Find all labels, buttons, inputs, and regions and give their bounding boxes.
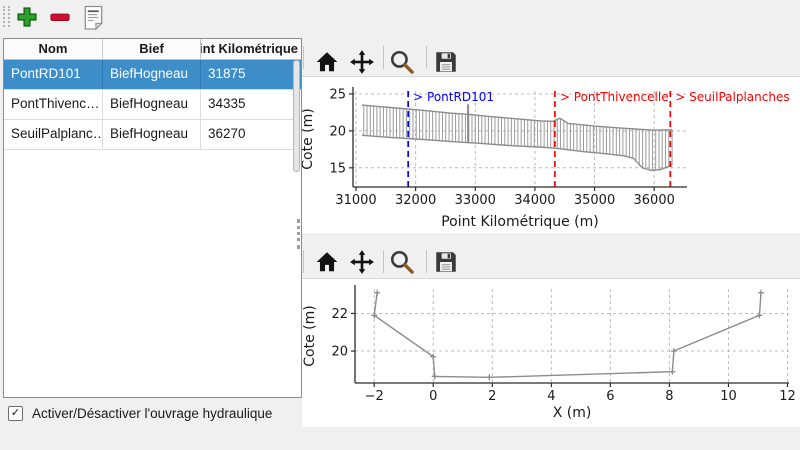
column-header-pk[interactable]: Point Kilométrique: [201, 39, 301, 59]
separator: [383, 46, 384, 69]
zoom-button[interactable]: [389, 48, 417, 76]
toolbar-drag-handle[interactable]: [3, 6, 10, 27]
table-row[interactable]: PontRD101 BiefHogneau 31875: [4, 60, 301, 90]
tick-label: 2: [488, 389, 496, 404]
cell-nom[interactable]: SeuilPalplanc…: [4, 120, 103, 149]
y-axis-label: Cote (m): [302, 108, 316, 169]
section-chart: −2 0 2 4 6 8 10 12 20 22 X (m) Cote (m): [302, 279, 800, 427]
ouvrages-table: Nom Bief Point Kilométrique PontRD101 Bi…: [3, 38, 302, 398]
annotation-label: > PontThivencelle: [560, 90, 669, 104]
tick-label: 20: [329, 124, 346, 139]
table-scrollbar[interactable]: [293, 60, 300, 172]
cell-bief[interactable]: BiefHogneau: [103, 120, 201, 149]
main-toolbar: [0, 0, 800, 32]
section-plot-toolbar: [302, 244, 800, 278]
home-icon: [314, 49, 340, 75]
home-button[interactable]: [314, 48, 342, 76]
separator: [383, 250, 384, 273]
edit-button[interactable]: [81, 4, 107, 30]
save-button[interactable]: [433, 48, 461, 76]
home-button[interactable]: [314, 248, 342, 276]
tick-label: 6: [606, 389, 614, 404]
x-axis-label: X (m): [553, 405, 592, 421]
cell-pk[interactable]: 31875: [201, 60, 301, 89]
add-icon: [15, 5, 39, 29]
cell-bief[interactable]: BiefHogneau: [103, 90, 201, 119]
tick-label: 4: [547, 389, 555, 404]
save-button[interactable]: [433, 248, 461, 276]
series-line: [374, 293, 761, 378]
x-axis-label: Point Kilométrique (m): [441, 214, 599, 230]
tick-label: 34000: [514, 193, 555, 208]
tick-label: 33000: [455, 193, 496, 208]
activate-checkbox[interactable]: ✓: [8, 406, 23, 421]
section-plot-canvas[interactable]: −2 0 2 4 6 8 10 12 20 22 X (m) Cote (m): [302, 278, 800, 427]
separator: [426, 250, 427, 273]
profile-chart: > PontRD101 > PontThivencelle > SeuilPalpl…: [302, 77, 800, 233]
home-icon: [314, 249, 340, 275]
tick-label: 35000: [574, 193, 615, 208]
tick-label: 31000: [335, 193, 376, 208]
pan-icon: [349, 49, 375, 75]
annotation-label: > PontRD101: [413, 90, 494, 104]
table-row[interactable]: SeuilPalplanc… BiefHogneau 36270: [4, 120, 301, 150]
pan-button[interactable]: [349, 48, 377, 76]
cell-pk[interactable]: 34335: [201, 90, 301, 119]
separator: [303, 46, 304, 69]
tick-label: 32000: [395, 193, 436, 208]
tick-label: 22: [331, 307, 348, 322]
save-icon: [433, 49, 459, 75]
remove-icon: [48, 5, 72, 29]
tick-label: −2: [365, 389, 384, 404]
tick-label: 8: [665, 389, 673, 404]
tick-label: 25: [329, 87, 346, 102]
profile-plot-toolbar: [302, 40, 800, 76]
tick-label: 0: [429, 389, 437, 404]
zoom-button[interactable]: [389, 248, 417, 276]
cell-pk[interactable]: 36270: [201, 120, 301, 149]
profile-plot-canvas[interactable]: > PontRD101 > PontThivencelle > SeuilPalpl…: [302, 76, 800, 233]
separator: [303, 250, 304, 273]
cell-nom[interactable]: PontThivenc…: [4, 90, 103, 119]
document-icon: [81, 4, 106, 31]
tick-label: 10: [720, 389, 737, 404]
column-header-bief[interactable]: Bief: [103, 39, 201, 59]
tick-label: 15: [329, 161, 346, 176]
add-button[interactable]: [15, 4, 41, 30]
pan-icon: [349, 249, 375, 275]
pan-button[interactable]: [349, 248, 377, 276]
tick-label: 20: [331, 345, 348, 360]
cell-bief[interactable]: BiefHogneau: [103, 60, 201, 89]
table-row[interactable]: PontThivenc… BiefHogneau 34335: [4, 90, 301, 120]
zoom-icon: [389, 49, 415, 75]
y-axis-label: Cote (m): [302, 305, 318, 366]
annotation-label: > SeuilPalplanches: [675, 90, 789, 104]
plots-area: > PontRD101 > PontThivencelle > SeuilPalpl…: [302, 36, 800, 450]
cell-nom[interactable]: PontRD101: [4, 60, 103, 89]
tick-label: 12: [779, 389, 796, 404]
tick-label: 36000: [634, 193, 675, 208]
table-header-row: Nom Bief Point Kilométrique: [4, 39, 301, 60]
remove-button[interactable]: [48, 4, 74, 30]
activate-checkbox-label: Activer/Désactiver l'ouvrage hydraulique: [32, 406, 272, 421]
activate-structure-row: ✓ Activer/Désactiver l'ouvrage hydrauliq…: [8, 403, 272, 423]
column-header-nom[interactable]: Nom: [4, 39, 103, 59]
save-icon: [433, 249, 459, 275]
zoom-icon: [389, 249, 415, 275]
separator: [426, 46, 427, 69]
